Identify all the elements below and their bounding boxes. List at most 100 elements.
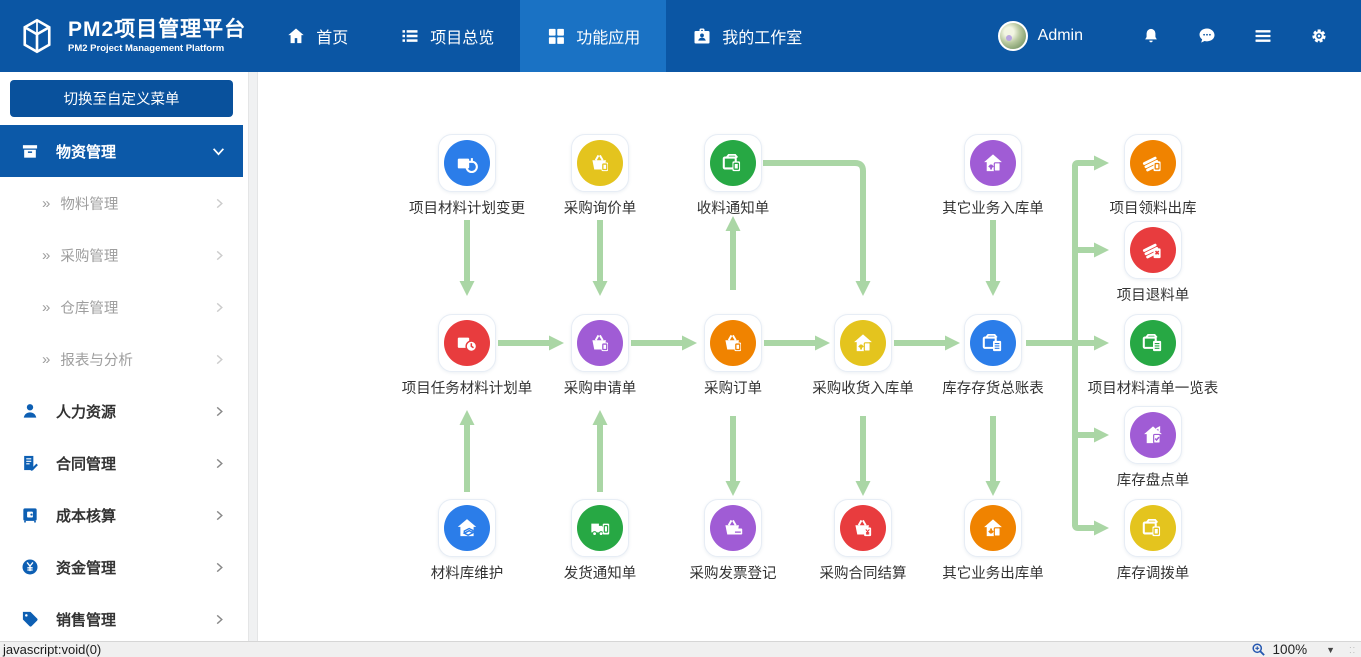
sidebar-group-2[interactable]: 合同管理 xyxy=(0,437,243,489)
menu-icon[interactable] xyxy=(1235,26,1291,46)
double-chevron-icon: » xyxy=(42,351,50,368)
yuan-icon xyxy=(20,557,40,577)
flow-node-label: 收料通知单 xyxy=(648,197,818,218)
status-link-text: javascript:void(0) xyxy=(0,642,101,657)
basket-tag-icon xyxy=(577,320,623,366)
sidebar-group-label: 人力资源 xyxy=(56,401,116,422)
double-chevron-icon: » xyxy=(42,195,50,212)
flow-node-13[interactable] xyxy=(438,499,496,557)
chevron-right-icon xyxy=(214,458,225,469)
sidebar-subitem-0-1[interactable]: »采购管理 xyxy=(0,229,243,281)
nav-item-label: 项目总览 xyxy=(430,24,494,48)
flow-node-label: 库存调拨单 xyxy=(1068,562,1238,583)
sidebar: 切换至自定义菜单 物资管理»物料管理»采购管理»仓库管理»报表与分析人力资源合同… xyxy=(0,72,243,641)
house-box-icon xyxy=(444,505,490,551)
sidebar-subitem-0-0[interactable]: » 物料管理 xyxy=(0,177,243,229)
nav-item-label: 我的工作室 xyxy=(722,24,802,48)
flowchart-canvas: 项目材料计划变更采购询价单收料通知单其它业务入库单项目领料出库项目退料单项目任务… xyxy=(258,72,1361,641)
sidebar-group-label: 成本核算 xyxy=(56,505,116,526)
nav-item-2[interactable]: 功能应用 xyxy=(520,0,666,72)
chevron-down-icon xyxy=(212,145,225,158)
house-check-icon xyxy=(1130,412,1176,458)
flow-node-9[interactable] xyxy=(834,314,892,372)
bell-icon[interactable] xyxy=(1123,26,1179,46)
chevron-right-icon xyxy=(214,614,225,625)
flow-arrows xyxy=(258,72,1361,641)
zoom-dropdown-caret[interactable]: ▼ xyxy=(1326,645,1335,655)
pipes-x-icon xyxy=(1130,227,1176,273)
sidebar-group-4[interactable]: 资金管理 xyxy=(0,541,243,593)
sidebar-subitem-0-2[interactable]: »仓库管理 xyxy=(0,281,243,333)
nav-item-3[interactable]: 我的工作室 xyxy=(666,0,828,72)
sidebar-group-5[interactable]: 销售管理 xyxy=(0,593,243,641)
zoom-level[interactable]: 100% xyxy=(1273,642,1308,657)
user-avatar[interactable] xyxy=(998,21,1028,51)
box-tag-icon xyxy=(710,140,756,186)
sidebar-subitem-label: 物料管理 xyxy=(60,193,118,214)
chevron-right-icon xyxy=(214,302,225,313)
double-chevron-icon: » xyxy=(42,299,50,316)
user-name[interactable]: Admin xyxy=(1038,27,1083,45)
nav-item-1[interactable]: 项目总览 xyxy=(374,0,520,72)
contract-icon xyxy=(20,453,40,473)
chevron-right-icon xyxy=(214,406,225,417)
truck-doc-icon xyxy=(577,505,623,551)
flow-node-label: 库存盘点单 xyxy=(1068,469,1238,490)
flow-node-14[interactable] xyxy=(571,499,629,557)
main-nav: 首页 项目总览 功能应用 我的工作室 xyxy=(260,0,828,72)
sidebar-subitem-0-3[interactable]: » 报表与分析 xyxy=(0,333,243,385)
chevron-right-icon xyxy=(214,250,225,261)
flow-node-label: 项目领料出库 xyxy=(1068,197,1238,218)
sidebar-group-3[interactable]: 成本核算 xyxy=(0,489,243,541)
gear-icon[interactable] xyxy=(1291,26,1347,46)
flow-node-label: 项目材料清单一览表 xyxy=(1068,377,1238,398)
flow-node-15[interactable] xyxy=(704,499,762,557)
flow-node-16[interactable] xyxy=(834,499,892,557)
house-out-icon xyxy=(970,505,1016,551)
navbar-right: Admin xyxy=(998,0,1361,72)
flow-node-10[interactable] xyxy=(964,314,1022,372)
resize-grip: ∙∙∙∙ xyxy=(1349,645,1359,655)
badge-icon xyxy=(692,26,712,46)
switch-menu-button[interactable]: 切换至自定义菜单 xyxy=(10,80,233,117)
sidebar-group-1[interactable]: 人力资源 xyxy=(0,385,243,437)
sidebar-group-label: 合同管理 xyxy=(56,453,116,474)
flow-node-3[interactable] xyxy=(964,134,1022,192)
nav-item-label: 功能应用 xyxy=(576,24,640,48)
box-doc-icon xyxy=(970,320,1016,366)
top-navbar: PM2项目管理平台 PM2 Project Management Platfor… xyxy=(0,0,1361,72)
chevron-right-icon xyxy=(214,562,225,573)
flow-node-7[interactable] xyxy=(571,314,629,372)
sidebar-subitem-label: 报表与分析 xyxy=(60,349,133,370)
sidebar-group-label: 资金管理 xyxy=(56,557,116,578)
chevron-right-icon xyxy=(214,198,225,209)
flow-node-12[interactable] xyxy=(1124,406,1182,464)
vertical-scrollbar[interactable] xyxy=(248,72,258,641)
chevron-right-icon xyxy=(214,354,225,365)
flow-node-6[interactable] xyxy=(438,314,496,372)
flow-node-0[interactable] xyxy=(438,134,496,192)
zoom-magnifier-icon[interactable] xyxy=(1251,642,1266,657)
chevron-right-icon xyxy=(214,510,225,521)
nav-item-label: 首页 xyxy=(316,24,348,48)
flow-node-5[interactable] xyxy=(1124,221,1182,279)
nav-item-0[interactable]: 首页 xyxy=(260,0,374,72)
sidebar-group-label: 销售管理 xyxy=(56,609,116,630)
safe-icon xyxy=(20,505,40,525)
flow-node-4[interactable] xyxy=(1124,134,1182,192)
sidebar-group-label: 物资管理 xyxy=(56,141,116,162)
flow-node-label: 库存存货总账表 xyxy=(908,377,1078,398)
flow-node-17[interactable] xyxy=(964,499,1022,557)
flow-node-18[interactable] xyxy=(1124,499,1182,557)
flow-node-8[interactable] xyxy=(704,314,762,372)
person-icon xyxy=(20,401,40,421)
house-in-icon xyxy=(840,320,886,366)
app-title: PM2项目管理平台 xyxy=(68,18,246,41)
list-icon xyxy=(400,26,420,46)
app-logo[interactable]: PM2项目管理平台 PM2 Project Management Platfor… xyxy=(0,0,260,72)
sidebar-group-0[interactable]: 物资管理 xyxy=(0,125,243,177)
flow-node-2[interactable] xyxy=(704,134,762,192)
flow-node-1[interactable] xyxy=(571,134,629,192)
chat-icon[interactable] xyxy=(1179,26,1235,46)
flow-node-11[interactable] xyxy=(1124,314,1182,372)
